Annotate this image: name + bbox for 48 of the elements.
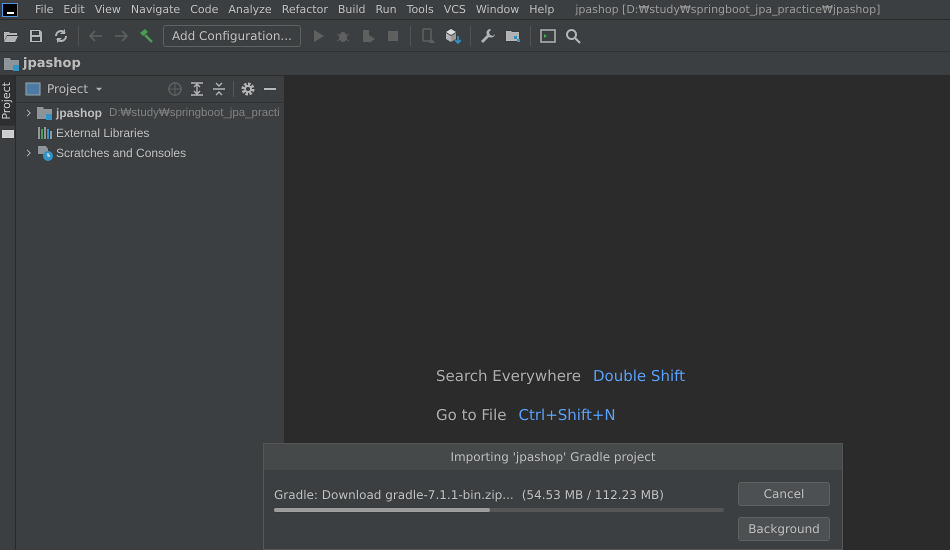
menu-item[interactable]: Navigate (126, 3, 186, 16)
tree-item[interactable]: Scratches and Consoles (56, 146, 186, 160)
menu-item[interactable]: Refactor (276, 3, 333, 16)
expand-all-icon[interactable] (189, 81, 205, 97)
panel-icon (25, 81, 41, 97)
app-logo-icon (2, 2, 18, 16)
panel-title[interactable]: Project (47, 82, 88, 96)
menu-item[interactable]: File (30, 3, 58, 16)
module-folder-icon (37, 105, 53, 121)
window-title: jpashop [D:₩study₩springboot_jpa_practice₩jpashop] (575, 3, 880, 16)
package-download-icon[interactable] (444, 28, 461, 44)
dialog-button[interactable]: Background (738, 517, 830, 541)
progress-status: Gradle: Download gradle-7.1.1-bin.zip... (274, 488, 514, 502)
breadcrumb-item[interactable]: jpashop (23, 56, 81, 71)
menu-item[interactable]: Code (185, 3, 224, 16)
dialog-button[interactable]: Cancel (738, 482, 830, 506)
scratch-clock-icon (37, 145, 53, 161)
menu-item[interactable]: Window (470, 3, 524, 16)
search-icon[interactable] (564, 28, 581, 44)
hammer-icon[interactable] (138, 28, 154, 44)
menu-item[interactable]: View (90, 3, 126, 16)
dialog-title: Importing 'jpashop' Gradle project (264, 444, 842, 470)
add-configuration-button[interactable]: Add Configuration... (163, 24, 301, 46)
save-icon[interactable] (28, 28, 44, 44)
settings-icon[interactable] (240, 81, 256, 97)
menu-item[interactable]: Build (332, 3, 370, 16)
wrench-icon[interactable] (480, 28, 496, 44)
terminal-icon[interactable] (540, 28, 556, 44)
menu-item[interactable]: Edit (58, 3, 90, 16)
module-path: D:₩study₩springboot_jpa_practi (109, 107, 280, 119)
menu-item[interactable]: Analyze (223, 3, 277, 16)
menu-item[interactable]: Help (524, 3, 560, 16)
menu-item[interactable]: Run (370, 3, 402, 16)
hint-action: Go to File (436, 405, 506, 426)
module-folder-icon[interactable] (4, 56, 20, 72)
project-tool-tab[interactable]: Project (0, 76, 15, 126)
library-icon (37, 125, 53, 141)
tree-item[interactable]: jpashop (56, 106, 102, 120)
sync-icon[interactable] (53, 28, 69, 44)
tree-item[interactable]: External Libraries (56, 126, 150, 140)
hint-action: Search Everywhere (436, 366, 581, 387)
hint-shortcut: Double Shift (593, 366, 686, 387)
hint-shortcut: Ctrl+Shift+N (518, 405, 616, 426)
menu-item[interactable]: Tools (402, 3, 439, 16)
menu-item[interactable]: VCS (438, 3, 471, 16)
collapse-all-icon[interactable] (211, 81, 227, 97)
folder-icon (2, 130, 14, 138)
download-size: (54.53 MB / 112.23 MB) (522, 488, 664, 502)
